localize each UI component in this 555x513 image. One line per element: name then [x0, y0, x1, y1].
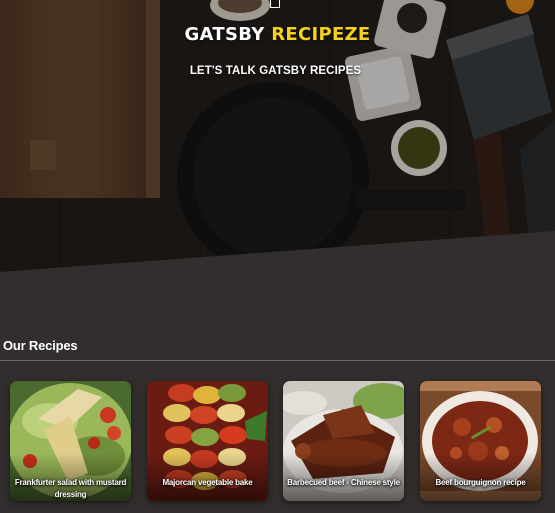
site-title-part2: RECIPEZE	[271, 24, 371, 45]
recipe-card-label: Frankfurter salad with mustard dressing	[14, 478, 127, 499]
recipe-card-label: Majorcan vegetable bake	[162, 478, 253, 487]
recipe-card-barbecued-beef[interactable]: Barbecued beef - Chinese style	[283, 381, 404, 501]
section-title-our-recipes: Our Recipes	[3, 338, 78, 353]
recipe-card-label: Barbecued beef - Chinese style	[287, 478, 400, 487]
bookmark-icon	[270, 0, 280, 8]
recipe-card-frankfurter-salad[interactable]: Frankfurter salad with mustard dressing	[10, 381, 131, 501]
site-title-part1: GATSBY	[184, 24, 265, 45]
site-title[interactable]: GATSBY RECIPEZE	[0, 24, 555, 45]
hero-banner: GATSBY RECIPEZE LET'S TALK GATSBY RECIPE…	[0, 0, 555, 272]
site-subtitle: LET'S TALK GATSBY RECIPES	[189, 65, 362, 77]
section-divider	[0, 360, 555, 361]
recipe-card-majorcan-vegetable-bake[interactable]: Majorcan vegetable bake	[147, 381, 268, 501]
recipe-card-label: Beef bourguignon recipe	[435, 478, 526, 487]
recipe-card-beef-bourguignon[interactable]: Beef bourguignon recipe	[420, 381, 541, 501]
